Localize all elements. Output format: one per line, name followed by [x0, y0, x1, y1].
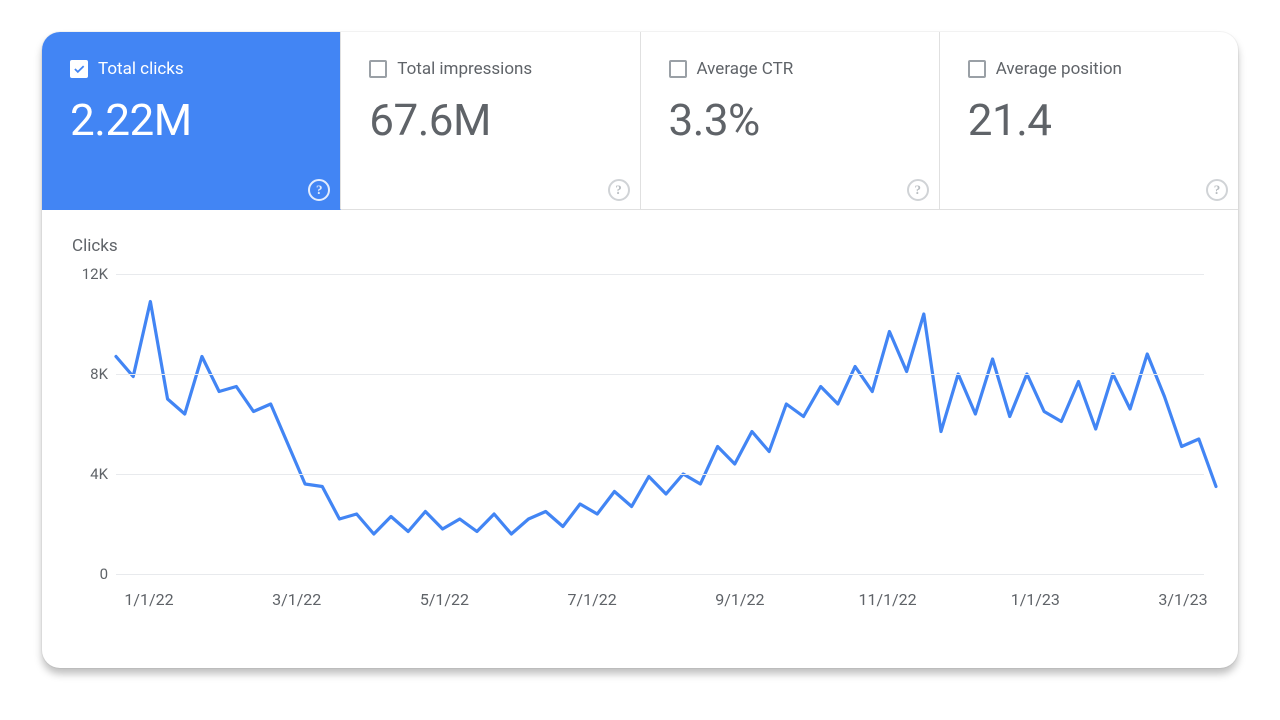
chart-plot[interactable]: 04K8K12K [116, 274, 1216, 574]
x-tick: 5/1/22 [420, 590, 469, 609]
metric-average-ctr[interactable]: Average CTR 3.3% ? [641, 32, 940, 210]
grid-line [116, 374, 1204, 375]
metric-value: 21.4 [968, 94, 1210, 146]
metric-total-impressions[interactable]: Total impressions 67.6M ? [341, 32, 640, 210]
metric-value: 2.22M [70, 94, 312, 146]
checkbox-checked-icon [70, 60, 88, 78]
chart-area: Clicks 04K8K12K 1/1/223/1/225/1/227/1/22… [42, 210, 1238, 668]
x-tick: 7/1/22 [568, 590, 617, 609]
chart-y-label: Clicks [72, 236, 1216, 256]
metric-label: Average CTR [697, 61, 794, 78]
grid-line [116, 474, 1204, 475]
x-tick: 3/1/23 [1158, 590, 1207, 609]
x-tick: 3/1/22 [272, 590, 321, 609]
metric-value: 67.6M [369, 94, 611, 146]
metric-average-position[interactable]: Average position 21.4 ? [940, 32, 1238, 210]
y-tick: 0 [68, 565, 108, 583]
x-tick: 11/1/22 [858, 590, 916, 609]
y-tick: 8K [68, 365, 108, 383]
checkbox-unchecked-icon [669, 60, 687, 78]
chart-x-axis: 1/1/22 3/1/22 5/1/22 7/1/22 9/1/22 11/1/22 1/1… [116, 590, 1216, 614]
performance-card: Total clicks 2.22M ? Total impressions 6… [42, 32, 1238, 668]
y-tick: 4K [68, 465, 108, 483]
metric-total-clicks[interactable]: Total clicks 2.22M ? [42, 32, 341, 210]
metrics-row: Total clicks 2.22M ? Total impressions 6… [42, 32, 1238, 210]
y-tick: 12K [68, 265, 108, 283]
x-tick: 1/1/22 [124, 590, 173, 609]
help-icon[interactable]: ? [907, 179, 929, 201]
clicks-line [116, 274, 1216, 574]
grid-line [116, 274, 1204, 275]
x-tick: 9/1/22 [715, 590, 764, 609]
help-icon[interactable]: ? [1206, 179, 1228, 201]
checkbox-unchecked-icon [968, 60, 986, 78]
help-icon[interactable]: ? [308, 179, 330, 201]
metric-label: Total clicks [98, 61, 184, 78]
metric-value: 3.3% [669, 94, 911, 146]
checkbox-unchecked-icon [369, 60, 387, 78]
x-tick: 1/1/23 [1011, 590, 1060, 609]
metric-label: Total impressions [397, 61, 532, 78]
grid-line [116, 574, 1204, 575]
help-icon[interactable]: ? [608, 179, 630, 201]
metric-label: Average position [996, 61, 1122, 78]
